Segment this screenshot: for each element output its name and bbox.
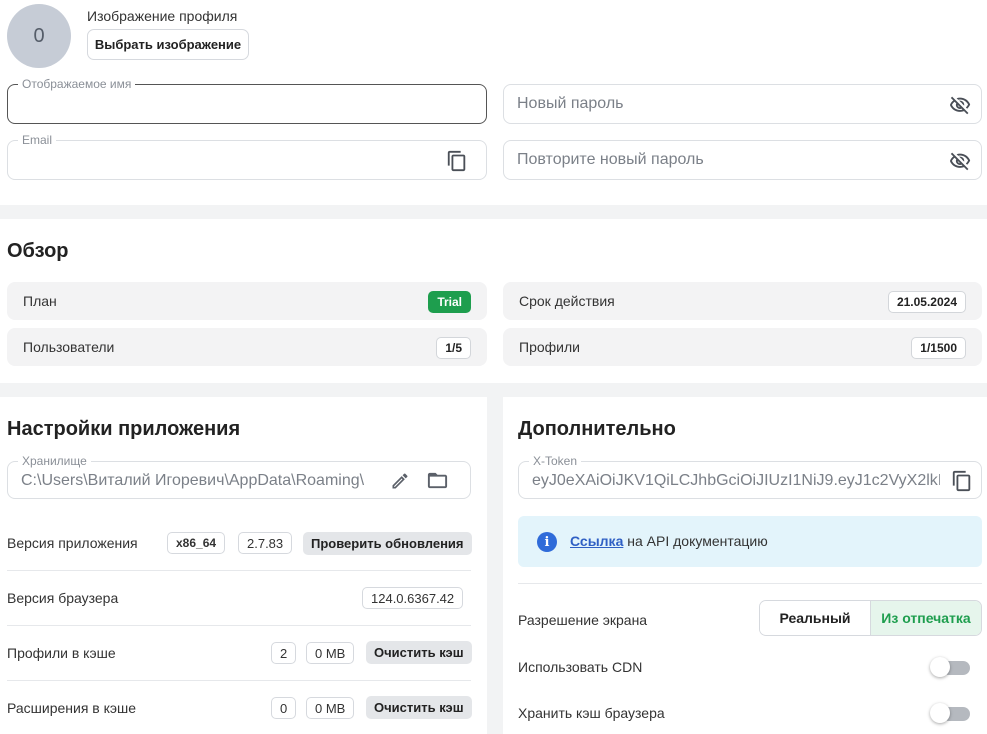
clear-profiles-cache-button[interactable]: Очистить кэш xyxy=(366,641,472,664)
profiles-badge: 1/1500 xyxy=(911,337,966,359)
cached-profiles-label: Профили в кэше xyxy=(7,645,116,661)
email-legend: Email xyxy=(18,133,57,147)
new-password-field[interactable]: Новый пароль xyxy=(503,84,982,124)
row-divider xyxy=(7,570,471,571)
row-divider xyxy=(7,680,471,681)
profiles-label: Профили xyxy=(519,339,580,355)
browser-cache-label: Хранить кэш браузера xyxy=(518,705,665,721)
token-field[interactable]: X-Token eyJ0eXAiOiJKV1QiLCJhbGciOiJIUzI1… xyxy=(518,454,982,499)
users-label: Пользователи xyxy=(23,339,115,355)
overview-title: Обзор xyxy=(7,240,69,262)
browser-version-label: Версия браузера xyxy=(7,590,119,606)
resolution-switch[interactable]: Реальный Из отпечатка xyxy=(759,600,982,636)
eye-off-icon[interactable] xyxy=(949,150,971,172)
repeat-password-placeholder: Повторите новый пароль xyxy=(517,151,704,168)
cached-profiles-size: 0 MB xyxy=(306,642,355,664)
browser-cache-toggle[interactable] xyxy=(930,703,970,723)
cached-extensions-size: 0 MB xyxy=(306,697,355,719)
resolution-fingerprint-option[interactable]: Из отпечатка xyxy=(871,601,981,635)
resolution-label: Разрешение экрана xyxy=(518,612,648,628)
pencil-icon[interactable] xyxy=(390,471,410,491)
info-icon: i xyxy=(537,532,557,552)
display-name-field[interactable]: Отображаемое имя xyxy=(7,77,487,124)
toggle-knob xyxy=(930,657,950,677)
expiry-badge: 21.05.2024 xyxy=(887,291,966,313)
profile-image-caption: Изображение профиля xyxy=(87,8,238,24)
avatar: 0 xyxy=(7,4,71,68)
api-info-suffix: на API документацию xyxy=(623,533,768,549)
storage-path: C:\Users\Виталий Игоревич\AppData\Roamin… xyxy=(21,472,365,489)
section-divider xyxy=(0,205,987,219)
api-info-text: Ссылка на API документацию xyxy=(570,533,768,549)
users-card: Пользователи 1/5 xyxy=(7,328,487,366)
browser-version-chip: 124.0.6367.42 xyxy=(362,587,464,609)
app-settings-title: Настройки приложения xyxy=(7,418,241,440)
new-password-placeholder: Новый пароль xyxy=(517,95,624,112)
email-field[interactable]: Email xyxy=(7,133,487,180)
display-name-legend: Отображаемое имя xyxy=(18,77,136,91)
plan-label: План xyxy=(23,293,57,309)
repeat-password-field[interactable]: Повторите новый пароль xyxy=(503,140,982,180)
plan-badge: Trial xyxy=(428,291,471,313)
section-divider xyxy=(0,383,987,397)
expiry-label: Срок действия xyxy=(519,293,615,309)
eye-off-icon[interactable] xyxy=(949,94,971,116)
cdn-label: Использовать CDN xyxy=(518,659,643,675)
row-divider xyxy=(7,625,471,626)
resolution-real-option[interactable]: Реальный xyxy=(760,601,871,635)
users-badge: 1/5 xyxy=(436,337,471,359)
storage-legend: Хранилище xyxy=(18,454,91,468)
choose-image-button[interactable]: Выбрать изображение xyxy=(87,29,249,60)
panel-gap xyxy=(487,397,503,734)
additional-title: Дополнительно xyxy=(518,418,676,440)
toggle-knob xyxy=(930,703,950,723)
token-value: eyJ0eXAiOiJKV1QiLCJhbGciOiJIUzI1NiJ9.eyJ… xyxy=(532,472,940,489)
api-info-box: i Ссылка на API документацию xyxy=(518,516,982,567)
profiles-card: Профили 1/1500 xyxy=(503,328,982,366)
copy-icon[interactable] xyxy=(951,470,973,492)
cached-profiles-count: 2 xyxy=(271,642,297,664)
check-updates-button[interactable]: Проверить обновления xyxy=(303,532,472,555)
storage-field[interactable]: Хранилище C:\Users\Виталий Игоревич\AppD… xyxy=(7,454,471,499)
row-divider xyxy=(518,583,982,584)
cached-extensions-count: 0 xyxy=(271,697,297,719)
app-version-chip: 2.7.83 xyxy=(238,532,293,554)
cdn-toggle[interactable] xyxy=(930,657,970,677)
copy-icon[interactable] xyxy=(446,150,468,172)
api-docs-link[interactable]: Ссылка xyxy=(570,533,623,549)
token-legend: X-Token xyxy=(529,454,582,468)
plan-card: План Trial xyxy=(7,282,487,320)
cached-extensions-label: Расширения в кэше xyxy=(7,700,137,716)
expiry-card: Срок действия 21.05.2024 xyxy=(503,282,982,320)
arch-chip: x86_64 xyxy=(167,532,226,554)
folder-icon[interactable] xyxy=(426,469,449,492)
clear-extensions-cache-button[interactable]: Очистить кэш xyxy=(366,696,472,719)
app-version-label: Версия приложения xyxy=(7,535,138,551)
